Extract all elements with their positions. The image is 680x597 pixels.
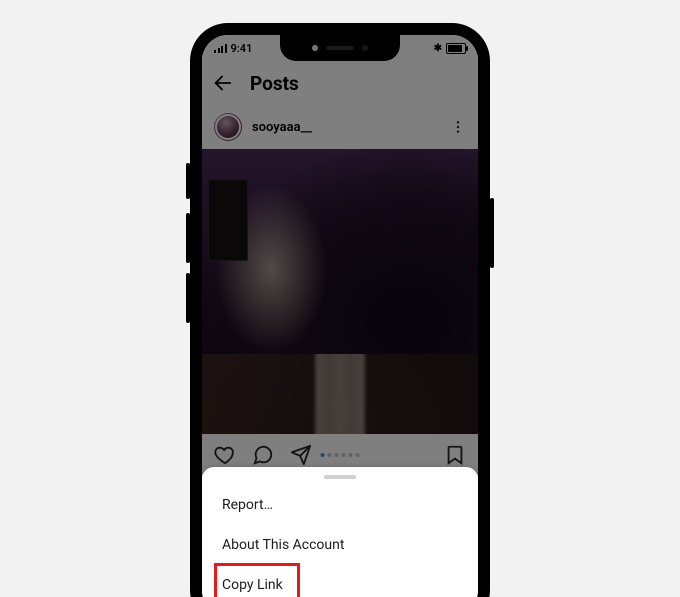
post-author[interactable]: sooyaaa__ bbox=[214, 113, 312, 141]
sheet-item-report[interactable]: Report… bbox=[202, 485, 478, 525]
bluetooth-icon: ✱ bbox=[434, 43, 442, 54]
phone-screen: 9:41 ✱ Posts bbox=[202, 35, 478, 597]
action-sheet: Report…About This AccountCopy LinkShare … bbox=[202, 467, 478, 597]
carousel-dot bbox=[321, 453, 325, 457]
carousel-dot bbox=[335, 453, 339, 457]
battery-icon bbox=[446, 43, 466, 54]
carousel-dot bbox=[356, 453, 360, 457]
phone-side-button bbox=[186, 213, 190, 263]
phone-notch bbox=[280, 35, 400, 61]
phone-side-button bbox=[186, 273, 190, 323]
carousel-dot bbox=[342, 453, 346, 457]
like-icon[interactable] bbox=[214, 444, 236, 466]
carousel-dot bbox=[328, 453, 332, 457]
earpiece-icon bbox=[326, 46, 354, 50]
status-bar-right: ✱ bbox=[434, 43, 466, 54]
sensor-dot-icon bbox=[312, 45, 318, 51]
share-icon[interactable] bbox=[290, 444, 312, 466]
phone-side-button bbox=[490, 198, 494, 268]
carousel-dot bbox=[349, 453, 353, 457]
camera-dot-icon bbox=[362, 45, 368, 51]
demo-stage: 9:41 ✱ Posts bbox=[0, 0, 680, 597]
phone-frame: 9:41 ✱ Posts bbox=[190, 23, 490, 597]
more-options-button[interactable] bbox=[450, 119, 466, 135]
cellular-signal-icon bbox=[214, 44, 227, 53]
bookmark-icon[interactable] bbox=[444, 444, 466, 466]
sheet-handle-icon[interactable] bbox=[324, 475, 356, 479]
phone-side-button bbox=[186, 163, 190, 199]
carousel-indicator bbox=[321, 453, 360, 457]
status-time: 9:41 bbox=[231, 42, 253, 55]
back-arrow-icon[interactable] bbox=[212, 72, 234, 94]
comment-icon[interactable] bbox=[252, 444, 274, 466]
avatar bbox=[214, 113, 242, 141]
sheet-item-copy[interactable]: Copy Link bbox=[202, 565, 478, 597]
status-bar-left: 9:41 bbox=[214, 42, 252, 55]
app-top-bar: Posts bbox=[202, 61, 478, 105]
post-username: sooyaaa__ bbox=[252, 120, 312, 135]
page-title: Posts bbox=[250, 72, 299, 95]
sheet-item-about[interactable]: About This Account bbox=[202, 525, 478, 565]
post-header: sooyaaa__ bbox=[202, 105, 478, 149]
post-image[interactable] bbox=[202, 149, 478, 434]
